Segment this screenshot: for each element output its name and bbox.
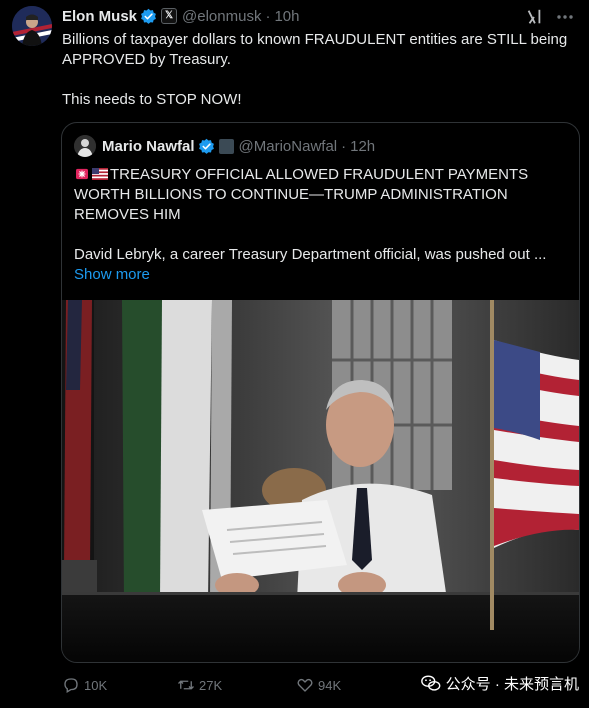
tweet-text: Billions of taxpayer dollars to known FR… — [62, 30, 582, 110]
verified-badge-icon — [141, 8, 156, 24]
text-gap — [74, 225, 569, 245]
quote-body-text: David Lebryk, a career Treasury Departme… — [74, 246, 547, 263]
affiliation-badge-icon — [218, 138, 234, 154]
quote-photo[interactable] — [62, 300, 579, 662]
retweet-count: 27K — [199, 677, 223, 693]
show-more-link[interactable]: Show more — [74, 266, 150, 283]
more-icon[interactable] — [555, 7, 575, 27]
quote-headline: TREASURY OFFICIAL ALLOWED FRAUDULENT PAY… — [74, 165, 569, 225]
grok-icon[interactable] — [525, 8, 543, 26]
author-handle[interactable]: @elonmusk — [182, 8, 261, 25]
tweet-header: Elon Musk 𝕏 @elonmusk · 10h — [62, 6, 299, 26]
like-count: 94K — [318, 677, 342, 693]
us-flag-icon — [92, 168, 108, 180]
tweet-text-line2: This needs to STOP NOW! — [62, 91, 242, 108]
text-gap — [62, 70, 582, 90]
watermark: 公众号 · 未来预言机 — [420, 672, 579, 694]
watermark-text: 公众号 · 未来预言机 — [445, 675, 579, 693]
tweet-text-line1: Billions of taxpayer dollars to known FR… — [62, 31, 568, 68]
like-button[interactable]: 94K — [296, 676, 341, 694]
reply-icon — [64, 678, 78, 693]
author-name[interactable]: Elon Musk — [62, 8, 137, 25]
author-avatar[interactable] — [12, 6, 52, 46]
reply-count: 10K — [84, 677, 108, 693]
reply-button[interactable]: 10K — [62, 676, 107, 694]
quote-author-avatar[interactable] — [74, 135, 96, 157]
quote-author-handle[interactable]: @MarioNawfal — [239, 138, 338, 155]
quote-header: Mario Nawfal @MarioNawfal · 12h — [74, 135, 375, 157]
separator-dot: · — [265, 7, 271, 25]
tweet-time[interactable]: 10h — [274, 8, 299, 25]
like-icon — [297, 678, 313, 692]
quote-author-name[interactable]: Mario Nawfal — [102, 138, 195, 155]
wechat-icon — [420, 675, 441, 691]
quote-time[interactable]: 12h — [350, 138, 375, 155]
siren-icon — [76, 168, 88, 180]
quote-body: TREASURY OFFICIAL ALLOWED FRAUDULENT PAY… — [74, 165, 569, 285]
separator-dot: · — [341, 137, 347, 155]
x-affiliation-icon: 𝕏 — [161, 8, 178, 24]
quoted-tweet[interactable]: Mario Nawfal @MarioNawfal · 12h TREASURY… — [61, 122, 580, 663]
retweet-icon — [178, 680, 194, 690]
retweet-button[interactable]: 27K — [177, 676, 222, 694]
verified-badge-icon — [198, 138, 214, 154]
quote-headline-text: TREASURY OFFICIAL ALLOWED FRAUDULENT PAY… — [74, 166, 529, 223]
